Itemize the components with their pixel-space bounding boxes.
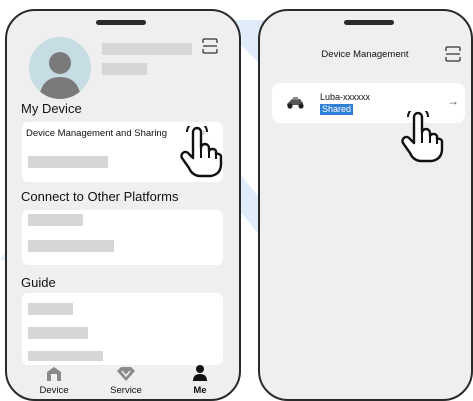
placeholder-row bbox=[28, 303, 73, 315]
connect-platforms-card bbox=[22, 210, 223, 265]
scan-icon[interactable] bbox=[445, 46, 461, 62]
tab-service-label: Service bbox=[110, 385, 142, 396]
page-title: Device Management bbox=[321, 49, 409, 60]
tap-hand-icon bbox=[180, 126, 223, 178]
scan-icon[interactable] bbox=[202, 38, 218, 54]
tab-device[interactable]: Device bbox=[34, 366, 74, 396]
guide-card bbox=[22, 293, 223, 365]
section-my-device: My Device bbox=[21, 101, 82, 116]
userid-placeholder bbox=[102, 63, 147, 75]
tab-device-label: Device bbox=[39, 385, 69, 396]
mower-icon bbox=[287, 97, 304, 109]
phone-me-screen: My Device Device Management and Sharing … bbox=[5, 9, 241, 401]
home-icon bbox=[47, 367, 61, 381]
placeholder-row bbox=[28, 214, 83, 226]
device-management-row[interactable]: Device Management and Sharing bbox=[26, 128, 167, 139]
device-name: Luba-xxxxxx bbox=[320, 92, 371, 102]
phone-device-management-screen: Device Management Luba-xxxxxx Shared → bbox=[258, 9, 473, 401]
tap-hand-icon bbox=[401, 111, 444, 163]
placeholder-row bbox=[28, 240, 114, 252]
tab-me[interactable]: Me bbox=[185, 364, 215, 396]
username-placeholder bbox=[102, 43, 192, 55]
user-silhouette-icon bbox=[39, 52, 81, 99]
diamond-icon bbox=[117, 367, 135, 381]
status-badge: Shared bbox=[320, 104, 354, 115]
tab-service[interactable]: Service bbox=[101, 366, 151, 396]
tab-me-label: Me bbox=[193, 385, 207, 396]
section-guide: Guide bbox=[21, 275, 56, 290]
person-icon bbox=[193, 365, 207, 381]
section-connect-platforms: Connect to Other Platforms bbox=[21, 189, 179, 204]
bottom-tab-bar: Device Service Me bbox=[7, 357, 239, 399]
phone-notch bbox=[96, 20, 146, 25]
avatar[interactable] bbox=[29, 37, 91, 99]
placeholder-row bbox=[28, 156, 108, 168]
phone-notch bbox=[344, 20, 394, 25]
arrow-right-icon[interactable]: → bbox=[447, 94, 459, 108]
placeholder-row bbox=[28, 327, 88, 339]
